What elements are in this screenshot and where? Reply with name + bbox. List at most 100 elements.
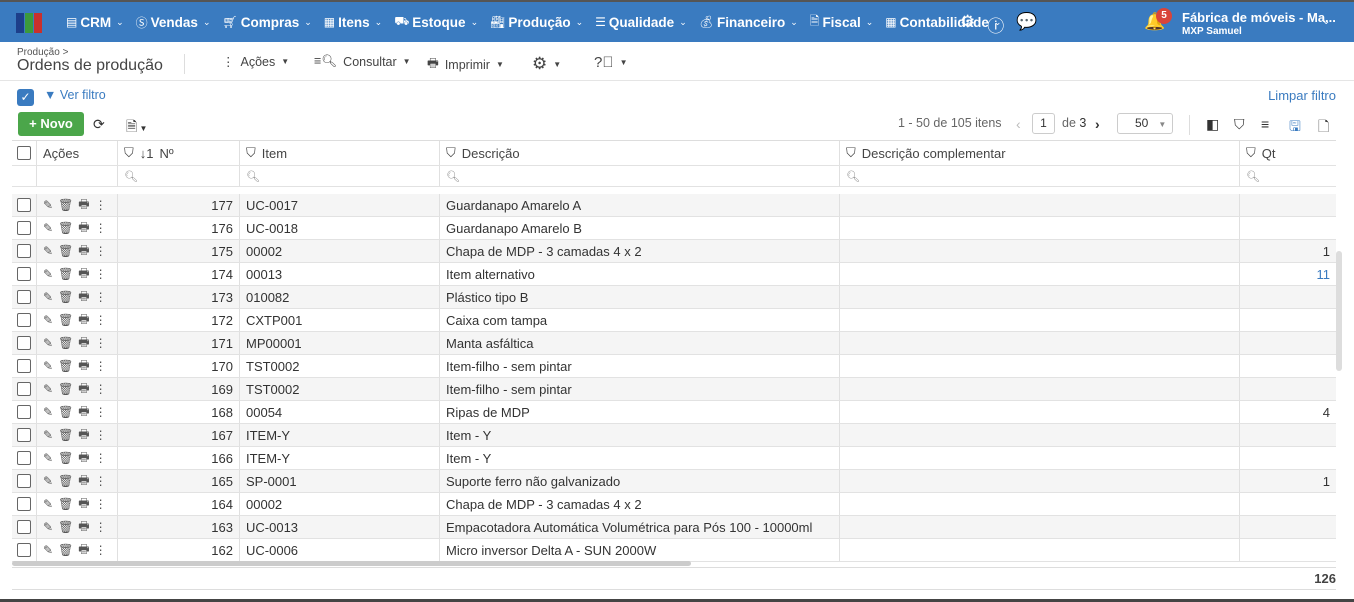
kebab-icon[interactable]: ⋮	[95, 359, 107, 373]
acoes-menu[interactable]: ⋮ Ações ▼	[222, 54, 289, 70]
trash-icon[interactable]: 🗑︎	[58, 497, 73, 511]
trash-icon[interactable]: 🗑︎	[58, 474, 73, 488]
print-icon[interactable]: 🖶	[78, 264, 89, 285]
select-all-checkbox[interactable]	[17, 146, 31, 160]
col-desc[interactable]: ⛉ Descrição	[440, 141, 840, 165]
print-icon[interactable]: 🖶	[78, 494, 89, 515]
table-row[interactable]: ✎ 🗑︎ 🖶 ⋮ 174 00013 Item alternativo 11	[12, 263, 1336, 286]
menu-estoque[interactable]: ⛟ Estoque ⌄	[394, 14, 478, 30]
row-checkbox[interactable]	[17, 451, 31, 465]
consultar-menu[interactable]: ≡🔍︎ Consultar ▼	[314, 54, 411, 69]
print-icon[interactable]: 🖶	[78, 425, 89, 446]
table-row[interactable]: ✎ 🗑︎ 🖶 ⋮ 165 SP-0001 Suporte ferro não galv…	[12, 470, 1336, 493]
prev-page-icon[interactable]: ‹	[1016, 116, 1021, 132]
settings-menu[interactable]: ⚙ ▼	[532, 54, 561, 74]
col-num[interactable]: ⛉ ↓1 Nº	[118, 141, 240, 165]
table-row[interactable]: ✎ 🗑︎ 🖶 ⋮ 167 ITEM-Y Item - Y	[12, 424, 1336, 447]
menu-crm[interactable]: ▤ CRM ⌄	[66, 15, 124, 30]
col-qt[interactable]: ⛉ Qt	[1240, 141, 1336, 165]
menu-itens[interactable]: ▦ Itens ⌄	[324, 15, 382, 30]
kebab-icon[interactable]: ⋮	[95, 221, 107, 235]
row-checkbox[interactable]	[17, 267, 31, 281]
novo-button[interactable]: + Novo	[18, 112, 84, 136]
col-item[interactable]: ⛉ Item	[240, 141, 440, 165]
horizontal-scrollbar[interactable]	[12, 561, 691, 566]
limpar-filtro-link[interactable]: Limpar filtro	[1268, 88, 1336, 103]
edit-icon[interactable]: ✎	[43, 451, 53, 465]
trash-icon[interactable]: 🗑︎	[58, 428, 73, 442]
edit-icon[interactable]: ✎	[43, 336, 53, 350]
print-icon[interactable]: 🖶	[78, 287, 89, 308]
table-row[interactable]: ✎ 🗑︎ 🖶 ⋮ 164 00002 Chapa de MDP - 3 camadas…	[12, 493, 1336, 516]
print-icon[interactable]: 🖶	[78, 241, 89, 262]
filter-icon[interactable]: ⛉	[1234, 116, 1245, 133]
print-icon[interactable]: 🖶	[78, 333, 89, 354]
help-menu[interactable]: ?⃝ ▼	[594, 54, 628, 71]
filter-icon[interactable]: ⛉	[846, 145, 856, 161]
print-icon[interactable]: 🖶	[78, 402, 89, 423]
row-checkbox[interactable]	[17, 474, 31, 488]
print-icon[interactable]: 🖶	[78, 517, 89, 538]
columns-icon[interactable]: ◧	[1206, 116, 1219, 133]
sort-lines-icon[interactable]: ≡	[1261, 116, 1269, 132]
menu-vendas[interactable]: Ⓢ Vendas ⌄	[136, 14, 211, 31]
kebab-icon[interactable]: ⋮	[95, 543, 107, 557]
edit-icon[interactable]: ✎	[43, 359, 53, 373]
row-checkbox[interactable]	[17, 336, 31, 350]
edit-icon[interactable]: ✎	[43, 428, 53, 442]
row-checkbox[interactable]	[17, 221, 31, 235]
next-page-icon[interactable]: ›	[1095, 116, 1100, 132]
vertical-scrollbar[interactable]	[1336, 251, 1342, 371]
edit-icon[interactable]: ✎	[43, 543, 53, 557]
help-icon[interactable]: ⓘ	[987, 12, 1004, 37]
edit-icon[interactable]: ✎	[43, 313, 53, 327]
row-checkbox[interactable]	[17, 290, 31, 304]
edit-icon[interactable]: ✎	[43, 267, 53, 281]
trash-icon[interactable]: 🗑︎	[58, 290, 73, 304]
row-checkbox[interactable]	[17, 198, 31, 212]
trash-icon[interactable]: 🗑︎	[58, 313, 73, 327]
print-icon[interactable]: 🖶	[78, 379, 89, 400]
table-row[interactable]: ✎ 🗑︎ 🖶 ⋮ 177 UC-0017 Guardanapo Amarelo A	[12, 194, 1336, 217]
gear-icon[interactable]: ⚙	[960, 12, 975, 37]
trash-icon[interactable]: 🗑︎	[58, 543, 73, 557]
trash-icon[interactable]: 🗑︎	[58, 336, 73, 350]
kebab-icon[interactable]: ⋮	[95, 497, 107, 511]
table-row[interactable]: ✎ 🗑︎ 🖶 ⋮ 162 UC-0006 Micro inversor Delta A…	[12, 539, 1336, 562]
menu-qualidade[interactable]: ☰ Qualidade ⌄	[595, 15, 687, 30]
row-checkbox[interactable]	[17, 497, 31, 511]
chat-icon[interactable]: 💬	[1016, 12, 1037, 37]
print-icon[interactable]: 🖶	[78, 540, 89, 561]
table-row[interactable]: ✎ 🗑︎ 🖶 ⋮ 166 ITEM-Y Item - Y	[12, 447, 1336, 470]
kebab-icon[interactable]: ⋮	[95, 336, 107, 350]
menu-produção[interactable]: 🏭︎ Produção ⌄	[490, 15, 583, 30]
table-row[interactable]: ✎ 🗑︎ 🖶 ⋮ 169 TST0002 Item-filho - sem pinta…	[12, 378, 1336, 401]
kebab-icon[interactable]: ⋮	[95, 290, 107, 304]
page-size-select[interactable]: 50 ▼	[1117, 113, 1173, 134]
row-checkbox[interactable]	[17, 382, 31, 396]
refresh-icon[interactable]: ⟳	[93, 116, 105, 133]
print-icon[interactable]: 🖶	[78, 448, 89, 469]
row-checkbox[interactable]	[17, 543, 31, 557]
filter-checkbox[interactable]: ✓	[17, 89, 34, 106]
filter-icon[interactable]: ⛉	[446, 145, 456, 161]
row-checkbox[interactable]	[17, 520, 31, 534]
table-row[interactable]: ✎ 🗑︎ 🖶 ⋮ 176 UC-0018 Guardanapo Amarelo B	[12, 217, 1336, 240]
trash-icon[interactable]: 🗑︎	[58, 244, 73, 258]
kebab-icon[interactable]: ⋮	[95, 428, 107, 442]
row-checkbox[interactable]	[17, 244, 31, 258]
menu-financeiro[interactable]: 💰︎ Financeiro ⌄	[699, 15, 798, 30]
col-desc-comp[interactable]: ⛉ Descrição complementar	[840, 141, 1240, 165]
row-checkbox[interactable]	[17, 405, 31, 419]
filter-icon[interactable]: ⛉	[1246, 145, 1256, 161]
kebab-icon[interactable]: ⋮	[95, 244, 107, 258]
trash-icon[interactable]: 🗑︎	[58, 382, 73, 396]
app-logo[interactable]	[16, 13, 42, 33]
print-icon[interactable]: 🖶	[78, 471, 89, 492]
kebab-icon[interactable]: ⋮	[95, 474, 107, 488]
export-icon[interactable]: 🗎 ▼	[126, 116, 147, 140]
print-icon[interactable]: 🖶	[78, 310, 89, 331]
row-checkbox[interactable]	[17, 313, 31, 327]
table-row[interactable]: ✎ 🗑︎ 🖶 ⋮ 163 UC-0013 Empacotadora Automátic…	[12, 516, 1336, 539]
chevron-down-icon[interactable]: ⌄	[1322, 16, 1330, 27]
